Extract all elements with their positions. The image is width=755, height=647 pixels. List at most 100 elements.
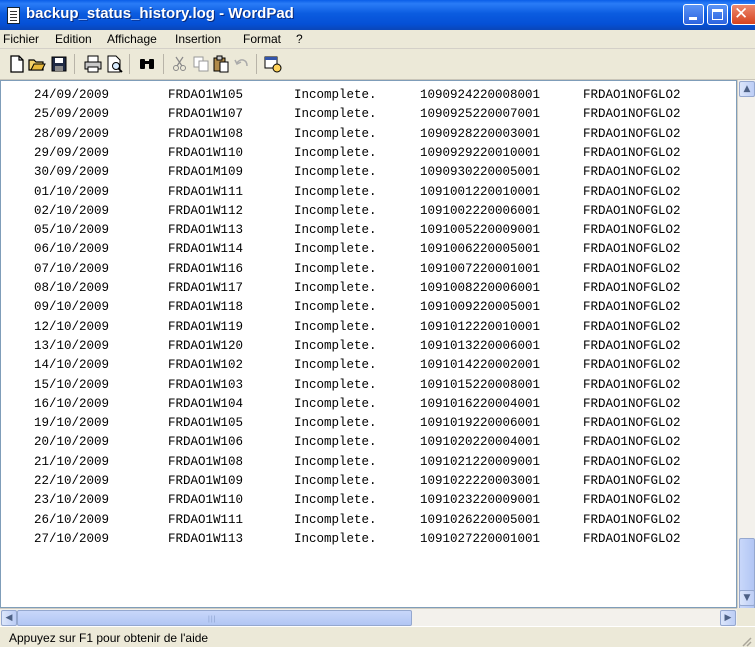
log-code-cell: FRDAO1NOFGLO2 [583,377,681,392]
scroll-up-button[interactable]: ▲ [739,81,755,97]
save-disk-icon[interactable] [50,55,68,73]
log-status-cell: Incomplete. [294,338,377,353]
log-host-cell: FRDAO1W112 [168,203,244,218]
log-id-cell: 1091022220003001 [420,474,541,488]
undo-icon[interactable] [233,55,251,73]
menu-affichage[interactable]: Affichage [107,32,157,46]
menu-help[interactable]: ? [296,32,303,46]
cut-scissors-icon[interactable] [171,55,189,73]
new-document-icon[interactable] [8,55,26,73]
menu-format[interactable]: Format [243,32,281,46]
log-host-cell: FRDAO1W116 [168,261,244,276]
log-code-cell: FRDAO1NOFGLO2 [583,145,681,160]
scrollbar-corner [737,608,755,626]
log-status-cell: Incomplete. [294,107,377,122]
log-host-cell: FRDAO1W106 [168,435,244,450]
log-date-cell: 25/09/2009 [34,107,110,122]
log-host-cell: FRDAO1W114 [168,242,244,257]
log-id-cell: 1091005220009001 [420,223,541,238]
log-host-cell: FRDAO1W118 [168,300,244,315]
log-date-cell: 22/10/2009 [34,474,110,488]
window-title: backup_status_history.log - WordPad [26,5,294,22]
log-code-cell: FRDAO1NOFGLO2 [583,300,681,315]
insert-date-time-icon[interactable] [264,55,282,73]
scroll-up-icon: ▲ [743,84,751,94]
log-id-cell: 1091014220002001 [420,358,541,373]
log-code-cell: FRDAO1NOFGLO2 [583,261,681,276]
log-host-cell: FRDAO1W113 [168,531,244,546]
menu-insertion[interactable]: Insertion [175,32,221,46]
log-status-cell: Incomplete. [294,165,377,180]
toolbar-separator [256,54,257,74]
find-binoculars-icon[interactable] [138,55,156,73]
log-date-cell: 08/10/2009 [34,281,110,295]
minimize-button[interactable] [683,4,704,25]
log-id-cell: 1091006220005001 [420,242,541,257]
log-status-cell: Incomplete. [294,145,377,160]
log-status-cell: Incomplete. [294,261,377,276]
log-code-cell: FRDAO1NOFGLO2 [583,88,681,102]
log-host-cell: FRDAO1M109 [168,165,244,180]
scroll-down-button[interactable]: ▼ [739,590,755,606]
log-id-cell: 1090929220010001 [420,145,541,160]
log-id-cell: 1091002220006001 [420,203,541,218]
log-host-cell: FRDAO1W105 [168,416,244,431]
toolbar-separator [74,54,75,74]
menu-fichier[interactable]: Fichier [3,32,39,46]
scroll-right-button[interactable]: ▶ [720,610,736,626]
log-id-cell: 1090924220008001 [420,88,541,102]
log-id-cell: 1090930220005001 [420,165,541,180]
log-date-cell: 28/09/2009 [34,126,110,141]
log-code-cell: FRDAO1NOFGLO2 [583,435,681,450]
scroll-down-icon: ▼ [743,593,751,603]
toolbar [0,49,755,80]
log-date-cell: 19/10/2009 [34,416,110,431]
log-id-cell: 1091013220006001 [420,338,541,353]
log-code-cell: FRDAO1NOFGLO2 [583,319,681,334]
log-code-cell: FRDAO1NOFGLO2 [583,512,681,527]
log-date-cell: 01/10/2009 [34,184,110,199]
vertical-scrollbar[interactable]: ▲ ▼ [737,80,755,647]
menu-edition[interactable]: Edition [55,32,92,46]
log-status-cell: Incomplete. [294,493,377,508]
log-id-cell: 1090925220007001 [420,107,541,122]
horizontal-scroll-thumb[interactable]: ||| [17,610,412,626]
title-bar[interactable]: backup_status_history.log - WordPad ✕ [0,0,755,30]
log-status-cell: Incomplete. [294,126,377,141]
wordpad-app-icon[interactable] [7,7,20,24]
menu-bar: Fichier Edition Affichage Insertion Form… [0,30,755,49]
copy-icon[interactable] [192,55,210,73]
maximize-icon [712,9,723,20]
log-host-cell: FRDAO1W111 [168,184,244,199]
log-date-cell: 02/10/2009 [34,203,110,218]
log-code-cell: FRDAO1NOFGLO2 [583,107,681,122]
document-text-area[interactable]: 24/09/2009 FRDAO1W105 Incomplete. 109092422… [0,80,737,608]
horizontal-scrollbar[interactable]: ◀ ||| ▶ [0,608,737,626]
print-preview-icon[interactable] [106,55,124,73]
log-status-cell: Incomplete. [294,358,377,373]
log-status-cell: Incomplete. [294,242,377,257]
maximize-button[interactable] [707,4,728,25]
log-date-cell: 12/10/2009 [34,319,110,334]
status-text: Appuyez sur F1 pour obtenir de l'aide [9,631,209,645]
log-host-cell: FRDAO1W117 [168,281,244,295]
log-id-cell: 1091008220006001 [420,281,541,295]
scroll-right-icon: ▶ [724,613,732,623]
scroll-left-button[interactable]: ◀ [1,610,17,626]
log-host-cell: FRDAO1W119 [168,319,244,334]
log-code-cell: FRDAO1NOFGLO2 [583,126,681,141]
close-icon: ✕ [734,4,749,24]
log-code-cell: FRDAO1NOFGLO2 [583,165,681,180]
open-folder-icon[interactable] [28,55,46,73]
log-date-cell: 14/10/2009 [34,358,110,373]
log-host-cell: FRDAO1W110 [168,493,244,508]
print-icon[interactable] [84,55,102,73]
log-code-cell: FRDAO1NOFGLO2 [583,474,681,488]
paste-icon[interactable] [212,55,230,73]
log-date-cell: 24/09/2009 [34,88,110,102]
log-host-cell: FRDAO1W108 [168,126,244,141]
log-id-cell: 1091012220010001 [420,319,541,334]
resize-grip-icon[interactable] [740,635,752,647]
close-button[interactable]: ✕ [731,4,755,25]
log-status-cell: Incomplete. [294,223,377,238]
